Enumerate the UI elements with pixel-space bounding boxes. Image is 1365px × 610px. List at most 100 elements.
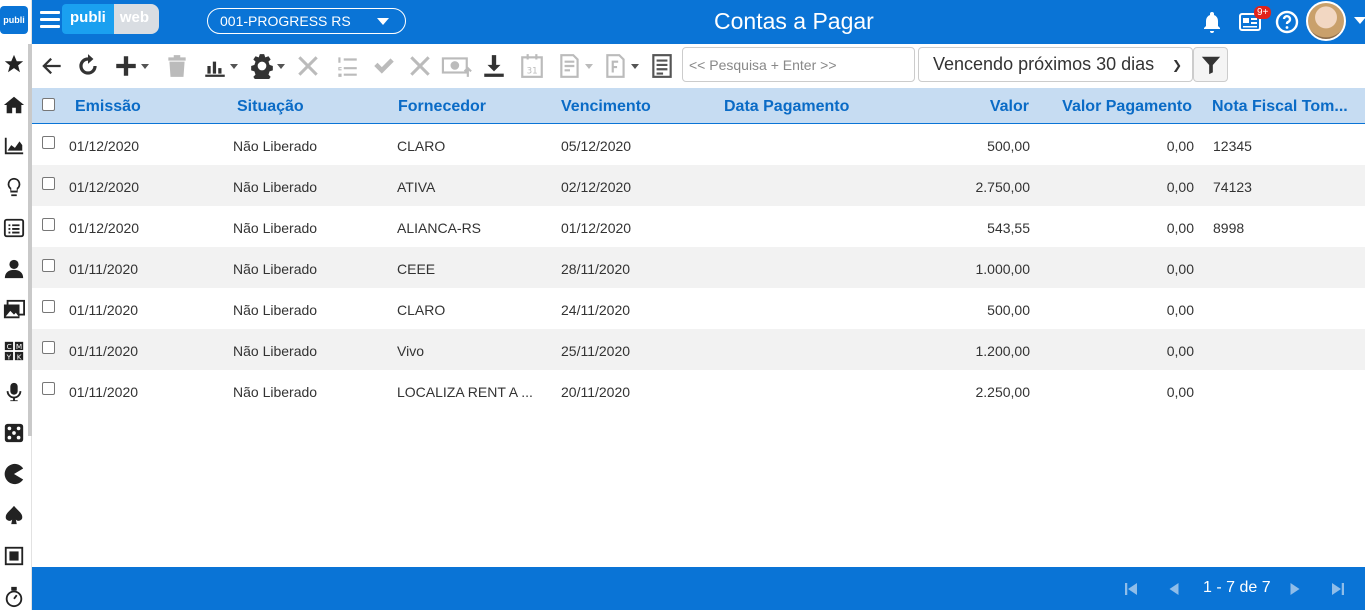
microphone-icon[interactable]	[2, 380, 26, 404]
table-row[interactable]: 01/11/2020 Não Liberado CLARO 24/11/2020…	[32, 288, 1365, 329]
table-row[interactable]: 01/12/2020 Não Liberado CLARO 05/12/2020…	[32, 124, 1365, 165]
column-header-vencimento[interactable]: Vencimento	[561, 98, 651, 116]
trash-icon	[168, 55, 186, 77]
top-bar: publi web 001-PROGRESS RS Contas a Pagar…	[32, 0, 1365, 44]
settings-button[interactable]	[249, 52, 285, 80]
help-icon[interactable]	[1275, 10, 1299, 34]
numbered-list-icon	[338, 57, 357, 77]
bell-icon[interactable]	[1200, 10, 1224, 34]
area-chart-icon[interactable]	[2, 134, 26, 158]
cell-valor: 500,00	[987, 302, 1030, 318]
list-icon[interactable]	[2, 216, 26, 240]
approve-button[interactable]	[371, 52, 397, 80]
dice-icon[interactable]	[2, 421, 26, 445]
cell-vencimento: 01/12/2020	[561, 220, 632, 236]
back-button[interactable]	[39, 52, 65, 80]
document-button[interactable]	[557, 52, 593, 80]
add-button[interactable]	[113, 52, 149, 80]
app-logo[interactable]: publi	[0, 6, 28, 34]
payment-button[interactable]	[441, 52, 473, 80]
first-page-icon[interactable]	[1122, 580, 1140, 598]
cell-vencimento: 05/12/2020	[561, 138, 632, 154]
page-title: Contas a Pagar	[714, 8, 874, 34]
chevron-down-icon	[585, 63, 593, 69]
cell-valor: 543,55	[987, 220, 1030, 236]
column-header-fornecedor[interactable]: Fornecedor	[398, 98, 486, 116]
cell-emissao: 01/12/2020	[69, 220, 140, 236]
cell-vencimento: 25/11/2020	[561, 343, 631, 359]
column-header-valor[interactable]: Valor	[929, 98, 1029, 116]
previous-page-icon[interactable]	[1165, 580, 1183, 598]
plus-icon	[116, 56, 136, 76]
square-icon[interactable]	[2, 544, 26, 568]
download-button[interactable]	[481, 52, 507, 80]
users-icon[interactable]	[2, 257, 26, 281]
row-checkbox[interactable]	[42, 136, 55, 149]
star-icon[interactable]	[2, 52, 26, 76]
column-header-nota-fiscal[interactable]: Nota Fiscal Tom...	[1212, 98, 1348, 116]
brand-logo[interactable]: publi web	[62, 4, 160, 34]
filter-button[interactable]	[1193, 47, 1228, 82]
row-checkbox[interactable]	[42, 177, 55, 190]
column-header-valor-pagamento[interactable]: Valor Pagamento	[1042, 98, 1192, 116]
period-filter-select[interactable]: Vencendo próximos 30 dias ❯	[918, 47, 1193, 82]
last-page-icon[interactable]	[1329, 580, 1347, 598]
user-menu-chevron-icon[interactable]	[1354, 17, 1365, 24]
hamburger-menu-icon[interactable]	[40, 11, 60, 31]
toolbar: 31 Vencendo próximos 30 dias ❯	[32, 44, 1365, 88]
table-body: 01/12/2020 Não Liberado CLARO 05/12/2020…	[32, 124, 1365, 411]
table-row[interactable]: 01/11/2020 Não Liberado LOCALIZA RENT A …	[32, 370, 1365, 411]
select-all-checkbox[interactable]	[42, 98, 55, 111]
images-icon[interactable]	[2, 298, 26, 322]
report-button[interactable]	[649, 52, 675, 80]
cell-valor-pagamento: 0,00	[1166, 138, 1194, 154]
refresh-button[interactable]	[75, 52, 101, 80]
pacman-icon[interactable]	[2, 462, 26, 486]
cell-valor-pagamento: 0,00	[1166, 384, 1194, 400]
row-checkbox[interactable]	[42, 259, 55, 272]
lightbulb-icon[interactable]	[2, 175, 26, 199]
svg-text:Y: Y	[6, 352, 12, 361]
svg-text:31: 31	[527, 67, 538, 77]
column-header-situacao[interactable]: Situação	[237, 98, 304, 116]
search-input[interactable]	[682, 47, 915, 82]
footer-pager: 1 - 7 de 7	[32, 567, 1365, 610]
period-filter-value: Vencendo próximos 30 dias	[933, 54, 1155, 74]
delete-button[interactable]	[164, 52, 190, 80]
cell-valor: 2.750,00	[975, 179, 1031, 195]
close-icon	[298, 56, 318, 76]
table-row[interactable]: 01/12/2020 Não Liberado ATIVA 02/12/2020…	[32, 165, 1365, 206]
invoice-button[interactable]	[603, 52, 639, 80]
cancel-button[interactable]	[295, 52, 321, 80]
order-button[interactable]	[334, 52, 360, 80]
user-avatar[interactable]	[1306, 1, 1346, 41]
cmyk-icon[interactable]: CMYK	[2, 339, 26, 363]
company-select[interactable]: 001-PROGRESS RS	[207, 8, 406, 34]
column-header-emissao[interactable]: Emissão	[75, 98, 141, 116]
calendar-button[interactable]: 31	[519, 52, 545, 80]
chevron-down-icon	[141, 63, 149, 69]
chart-button[interactable]	[202, 52, 238, 80]
home-icon[interactable]	[2, 93, 26, 117]
reject-button[interactable]	[407, 52, 433, 80]
cell-fornecedor: LOCALIZA RENT A ...	[397, 384, 533, 400]
download-icon	[484, 55, 504, 77]
row-checkbox[interactable]	[42, 341, 55, 354]
row-checkbox[interactable]	[42, 300, 55, 313]
bar-chart-icon	[205, 61, 225, 77]
column-header-data-pagamento[interactable]: Data Pagamento	[724, 98, 849, 116]
table-row[interactable]: 01/12/2020 Não Liberado ALIANCA-RS 01/12…	[32, 206, 1365, 247]
stopwatch-icon[interactable]	[2, 585, 26, 609]
table-row[interactable]: 01/11/2020 Não Liberado CEEE 28/11/2020 …	[32, 247, 1365, 288]
cell-fornecedor: CEEE	[397, 261, 436, 277]
cell-situacao: Não Liberado	[233, 179, 318, 195]
cell-valor: 2.250,00	[975, 384, 1031, 400]
notification-badge: 9+	[1254, 6, 1272, 19]
cell-situacao: Não Liberado	[233, 384, 318, 400]
cell-fornecedor: CLARO	[397, 138, 446, 154]
row-checkbox[interactable]	[42, 218, 55, 231]
row-checkbox[interactable]	[42, 382, 55, 395]
spade-icon[interactable]	[2, 503, 26, 527]
table-row[interactable]: 01/11/2020 Não Liberado Vivo 25/11/2020 …	[32, 329, 1365, 370]
next-page-icon[interactable]	[1286, 580, 1304, 598]
